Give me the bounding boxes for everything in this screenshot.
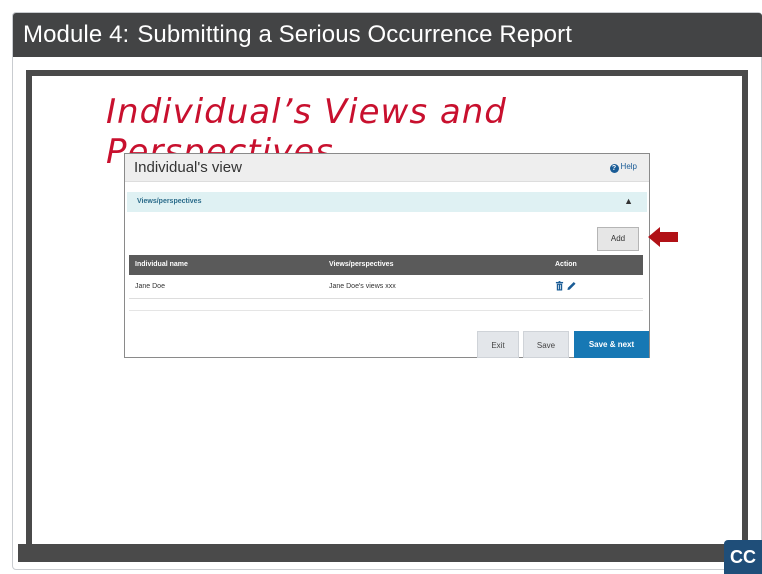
closed-captions-button[interactable]: CC (724, 540, 762, 574)
column-action: Action (555, 261, 577, 268)
save-button[interactable]: Save (523, 331, 569, 358)
table-row: Jane Doe Jane Doe's views xxx (129, 275, 643, 299)
module-number: Module 4: (23, 21, 130, 48)
form-header: Individual's view ? Help (125, 154, 649, 182)
save-and-next-button[interactable]: Save & next (574, 331, 649, 358)
column-views-perspectives: Views/perspectives (329, 261, 394, 268)
help-label: Help (620, 162, 637, 171)
section-label: Views/perspectives (137, 198, 202, 205)
cell-individual-name: Jane Doe (135, 283, 165, 290)
column-individual-name: Individual name (135, 261, 188, 268)
form-panel: Individual's view ? Help Views/perspectiv… (124, 153, 650, 358)
add-button[interactable]: Add (597, 227, 639, 251)
trash-icon[interactable] (555, 281, 564, 291)
help-link[interactable]: ? Help (609, 162, 637, 173)
slide-bottom-bar (18, 544, 762, 562)
table-divider (129, 310, 643, 311)
form-title: Individual's view (134, 159, 242, 176)
arrow-left-icon (648, 227, 678, 247)
cell-views-perspectives: Jane Doe's views xxx (329, 283, 396, 290)
module-title: Submitting a Serious Occurrence Report (137, 21, 572, 48)
table-header: Individual name Views/perspectives Actio… (129, 255, 643, 275)
module-header: Module 4: Submitting a Serious Occurrence… (13, 13, 762, 57)
pencil-icon[interactable] (567, 281, 576, 291)
exit-button[interactable]: Exit (477, 331, 519, 358)
chevron-up-icon[interactable]: ▲ (624, 196, 633, 206)
help-icon: ? (609, 164, 619, 173)
section-views-perspectives[interactable]: Views/perspectives ▲ (127, 192, 647, 212)
